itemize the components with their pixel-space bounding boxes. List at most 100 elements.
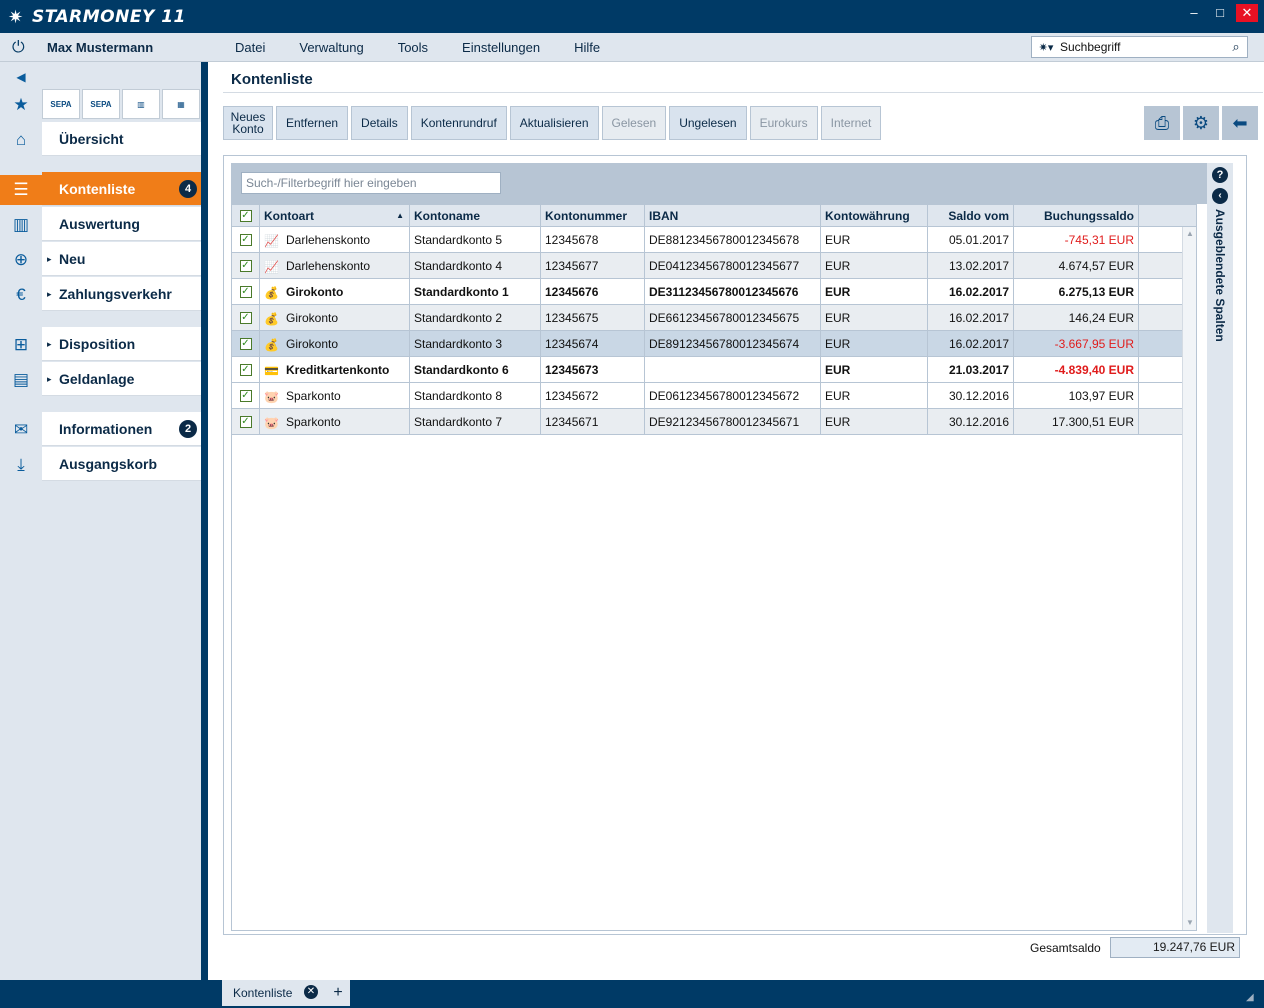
sepa-transfer-icon[interactable]: SEPA	[42, 89, 80, 119]
account-table-frame: Such-/Filterbegriff hier eingeben ✓ Kont…	[223, 155, 1247, 935]
hidden-columns-panel[interactable]: ? ‹ Ausgeblendete Spalten	[1207, 163, 1233, 933]
settings-gear-icon[interactable]: ⚙	[1183, 106, 1219, 140]
row-checkbox[interactable]: ✓	[232, 227, 260, 253]
search-input[interactable]: Suchbegriff	[1060, 40, 1225, 54]
user-name[interactable]: Max Mustermann	[47, 40, 153, 55]
nav-item-label: Informationen	[59, 421, 153, 437]
nav-item-neu[interactable]: ▸ Neu	[42, 242, 201, 276]
home-icon[interactable]: ⌂	[0, 125, 42, 155]
search-icon[interactable]: ⌕	[1225, 39, 1247, 55]
table-row[interactable]: ✓ 🐷 Sparkonto Standardkonto 8 12345672 DE…	[232, 383, 1196, 409]
row-checkbox[interactable]: ✓	[232, 305, 260, 331]
cell-kontonummer: 12345676	[541, 279, 645, 305]
close-window-button[interactable]: ✕	[1236, 4, 1258, 22]
account-refresh-all-button[interactable]: Kontenrundruf	[410, 106, 507, 140]
disposition-icon[interactable]: ⊞	[0, 330, 42, 360]
vertical-scrollbar[interactable]: ▲ ▼	[1182, 227, 1196, 930]
mail-icon[interactable]: ✉	[0, 415, 42, 445]
row-checkbox[interactable]: ✓	[232, 409, 260, 435]
cell-iban: DE31123456780012345676	[645, 279, 821, 305]
scroll-down-icon[interactable]: ▼	[1183, 916, 1197, 930]
row-checkbox[interactable]: ✓	[232, 357, 260, 383]
remove-button[interactable]: Entfernen	[276, 106, 349, 140]
mark-unread-button[interactable]: Ungelesen	[669, 106, 747, 140]
account-list-icon[interactable]: ☰	[0, 175, 42, 205]
nav-item-kontenliste[interactable]: Kontenliste 4	[42, 172, 201, 206]
nav-item-ausgangskorb[interactable]: Ausgangskorb	[42, 447, 201, 481]
scroll-up-icon[interactable]: ▲	[1183, 227, 1197, 241]
help-icon[interactable]: ?	[1212, 167, 1228, 183]
column-header-buchungssaldo[interactable]: Buchungssaldo	[1014, 205, 1139, 227]
menu-verwaltung[interactable]: Verwaltung	[299, 40, 363, 55]
investment-chart-icon[interactable]: ▤	[0, 365, 42, 395]
cell-kontonummer: 12345678	[541, 227, 645, 253]
table-row[interactable]: ✓ 💰 Girokonto Standardkonto 3 12345674 DE…	[232, 331, 1196, 357]
add-tab-button[interactable]: +	[326, 980, 350, 1006]
sepa-standing-order-icon[interactable]: SEPA	[82, 89, 120, 119]
internet-button[interactable]: Internet	[820, 106, 882, 140]
row-checkbox[interactable]: ✓	[232, 279, 260, 305]
new-account-button[interactable]: Neues Konto	[223, 106, 273, 140]
column-header-kontowaehrung[interactable]: Kontowährung	[821, 205, 928, 227]
select-all-checkbox[interactable]: ✓	[232, 205, 260, 227]
cell-kontoart: 📈 Darlehenskonto	[260, 227, 410, 253]
menu-hilfe[interactable]: Hilfe	[574, 40, 600, 55]
nav-item-disposition[interactable]: ▸ Disposition	[42, 327, 201, 361]
search-scope-dropdown-icon[interactable]: ✷▾	[1032, 41, 1060, 54]
cell-text: Sparkonto	[286, 389, 341, 403]
column-header-saldo-vom[interactable]: Saldo vom	[928, 205, 1014, 227]
nav-item-geldanlage[interactable]: ▸ Geldanlage	[42, 362, 201, 396]
nav-item-zahlungsverkehr[interactable]: ▸ Zahlungsverkehr	[42, 277, 201, 311]
column-header-kontoname[interactable]: Kontoname	[410, 205, 541, 227]
menu-einstellungen[interactable]: Einstellungen	[462, 40, 540, 55]
power-icon[interactable]: ⏻	[12, 38, 32, 58]
cell-waehrung: EUR	[821, 383, 928, 409]
row-checkbox[interactable]: ✓	[232, 331, 260, 357]
chevron-left-icon[interactable]: ‹	[1212, 188, 1228, 204]
checking-account-coins-icon: 💰	[264, 311, 279, 326]
row-checkbox[interactable]: ✓	[232, 383, 260, 409]
menu-tools[interactable]: Tools	[398, 40, 428, 55]
nav-item-label: Neu	[59, 251, 86, 267]
details-button[interactable]: Details	[351, 106, 408, 140]
maximize-button[interactable]: □	[1210, 4, 1230, 22]
filter-input[interactable]: Such-/Filterbegriff hier eingeben	[241, 172, 501, 194]
nav-item-uebersicht[interactable]: Übersicht	[42, 122, 201, 156]
nav-item-auswertung[interactable]: Auswertung	[42, 207, 201, 241]
exchange-rate-button[interactable]: Eurokurs	[749, 106, 818, 140]
nav-item-informationen[interactable]: Informationen 2	[42, 412, 201, 446]
tab-kontenliste[interactable]: Kontenliste ✕	[222, 980, 326, 1006]
bar-chart-icon[interactable]: ▥	[0, 210, 42, 240]
menu-datei[interactable]: Datei	[235, 40, 265, 55]
portfolio-chart-icon[interactable]: ▥	[122, 89, 160, 119]
table-row[interactable]: ✓ 💰 Girokonto Standardkonto 1 12345676 DE…	[232, 279, 1196, 305]
table-row[interactable]: ✓ 🐷 Sparkonto Standardkonto 7 12345671 DE…	[232, 409, 1196, 435]
table-row[interactable]: ✓ 📈 Darlehenskonto Standardkonto 4 123456…	[232, 253, 1196, 279]
calculator-icon[interactable]: ▦	[162, 89, 200, 119]
nav-item-label: Zahlungsverkehr	[59, 286, 172, 302]
row-checkbox[interactable]: ✓	[232, 253, 260, 279]
mark-read-button[interactable]: Gelesen	[601, 106, 667, 140]
resize-grip-icon[interactable]: ◢	[1246, 992, 1260, 1006]
favorites-star-icon[interactable]: ★	[0, 90, 42, 120]
euro-transfer-icon[interactable]: €	[0, 280, 42, 310]
close-tab-icon[interactable]: ✕	[304, 985, 318, 999]
cell-kontoname: Standardkonto 3	[410, 331, 541, 357]
update-button[interactable]: Aktualisieren	[509, 106, 599, 140]
column-header-kontoart[interactable]: Kontoart ▲	[260, 205, 410, 227]
table-row[interactable]: ✓ 💳 Kreditkartenkonto Standardkonto 6 123…	[232, 357, 1196, 383]
print-icon[interactable]: ⎙	[1144, 106, 1180, 140]
right-toolbar: ⎙ ⚙ ⬅	[1144, 106, 1258, 140]
cell-kontoart: 📈 Darlehenskonto	[260, 253, 410, 279]
cell-kontonummer: 12345673	[541, 357, 645, 383]
outbox-download-icon[interactable]: ⤓	[0, 450, 42, 480]
back-arrow-icon[interactable]: ⬅	[1222, 106, 1258, 140]
collapse-arrow-icon[interactable]: ◀	[0, 62, 42, 92]
column-header-iban[interactable]: IBAN	[645, 205, 821, 227]
minimize-button[interactable]: –	[1184, 4, 1204, 22]
table-row[interactable]: ✓ 📈 Darlehenskonto Standardkonto 5 123456…	[232, 227, 1196, 253]
column-header-kontonummer[interactable]: Kontonummer	[541, 205, 645, 227]
table-row[interactable]: ✓ 💰 Girokonto Standardkonto 2 12345675 DE…	[232, 305, 1196, 331]
main-menu: Datei Verwaltung Tools Einstellungen Hil…	[235, 40, 634, 55]
new-document-icon[interactable]: ⊕	[0, 245, 42, 275]
